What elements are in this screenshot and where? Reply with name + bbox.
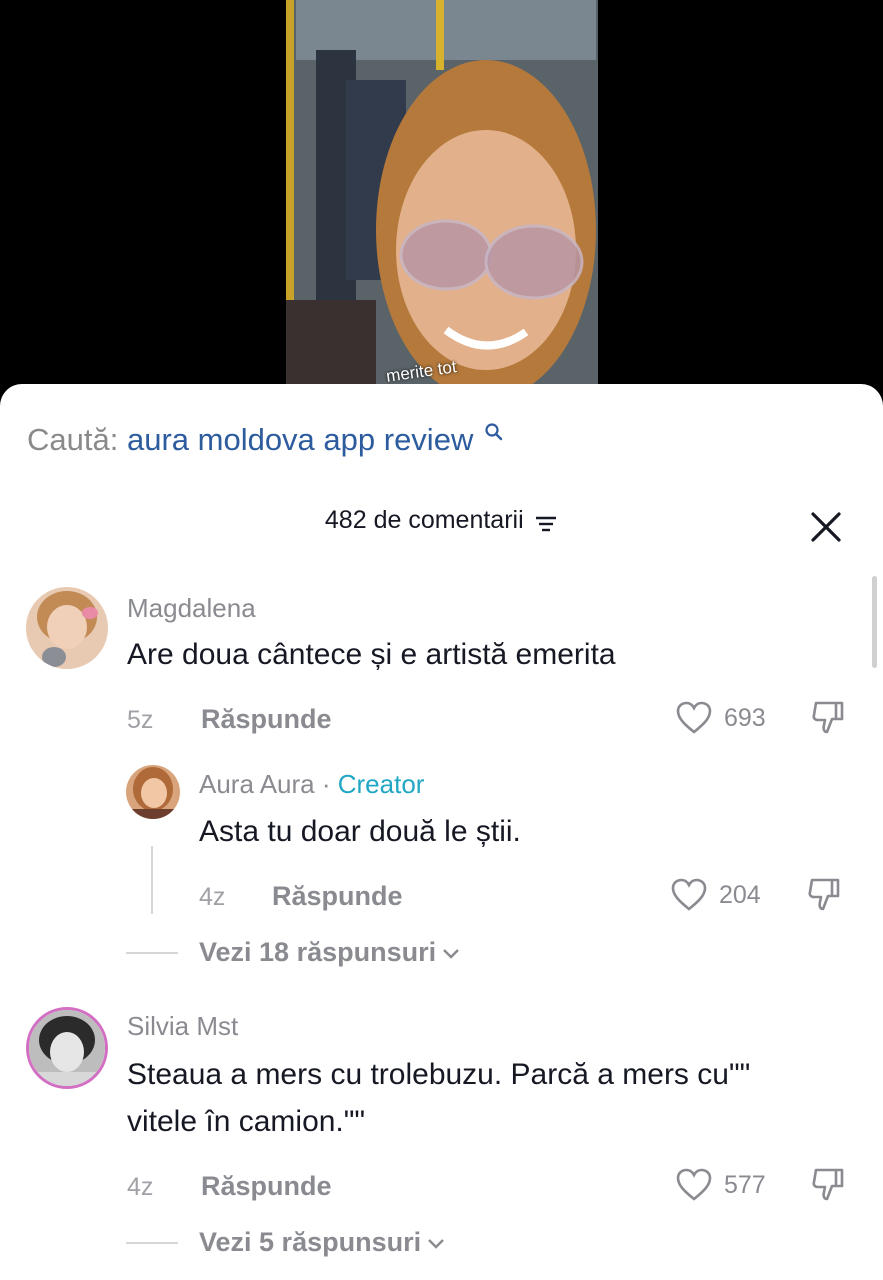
creator-badge: Creator <box>337 769 425 799</box>
comment-username[interactable]: Silvia Mst <box>127 1011 238 1042</box>
dislike-icon[interactable] <box>810 699 846 735</box>
view-replies-line <box>126 952 178 954</box>
view-replies-line <box>126 1242 178 1244</box>
comment-text: Are doua cântece și e artistă emerita <box>127 638 616 671</box>
view-replies-label: Vezi 5 răspunsuri <box>199 1227 422 1257</box>
search-prefix: Caută: <box>27 422 119 457</box>
view-replies-button[interactable]: Vezi 18 răspunsuri <box>199 937 460 968</box>
comment-text-line-1: Steaua a mers cu trolebuzu. Parcă a mers… <box>127 1058 751 1091</box>
chevron-down-icon <box>443 949 459 959</box>
heart-icon[interactable] <box>676 701 712 735</box>
like-count: 204 <box>719 881 761 909</box>
chevron-down-icon <box>428 1239 444 1249</box>
avatar-image <box>126 765 180 819</box>
creator-avatar[interactable] <box>126 765 180 819</box>
avatar-image <box>26 587 108 669</box>
view-replies-button[interactable]: Vezi 5 răspunsuri <box>199 1227 445 1258</box>
search-icon[interactable] <box>484 422 504 442</box>
reply-text: Asta tu doar două le știi. <box>199 815 521 848</box>
comments-sheet: Caută: aura moldova app review 482 de co… <box>0 384 883 1280</box>
avatar-image <box>29 1010 105 1086</box>
comment-text-line-2: vitele în camion."" <box>127 1105 366 1138</box>
reply-button[interactable]: Răspunde <box>201 704 332 735</box>
comment-age: 4z <box>127 1173 154 1201</box>
comment-count: 482 de comentarii <box>324 506 524 534</box>
reply-button[interactable]: Răspunde <box>201 1171 332 1202</box>
dislike-icon[interactable] <box>810 1166 846 1202</box>
heart-icon[interactable] <box>671 878 707 912</box>
dislike-icon[interactable] <box>806 876 842 912</box>
comment-username[interactable]: Magdalena <box>127 593 256 624</box>
like-count: 693 <box>724 704 766 732</box>
search-suggestion[interactable]: Caută: aura moldova app review <box>27 422 504 458</box>
sort-icon[interactable] <box>534 514 558 534</box>
heart-icon[interactable] <box>676 1168 712 1202</box>
scrollbar[interactable] <box>872 576 877 668</box>
username-separator: · <box>314 769 338 799</box>
thread-line <box>151 846 153 914</box>
comments-header: 482 de comentarii <box>0 506 883 546</box>
comment-age: 5z <box>127 706 154 734</box>
video-area[interactable]: merite tot <box>0 0 883 400</box>
view-replies-label: Vezi 18 răspunsuri <box>199 937 437 967</box>
reply-button[interactable]: Răspunde <box>272 881 403 912</box>
search-query[interactable]: aura moldova app review <box>127 422 473 457</box>
reply-username-row: Aura Aura · Creator <box>199 769 424 800</box>
video-thumbnail <box>286 0 598 400</box>
avatar[interactable] <box>26 587 108 669</box>
reply-age: 4z <box>199 883 226 911</box>
video-frame[interactable]: merite tot <box>286 0 598 400</box>
close-icon[interactable] <box>809 510 843 544</box>
reply-username[interactable]: Aura Aura <box>199 769 315 799</box>
avatar[interactable] <box>26 1007 108 1089</box>
like-count: 577 <box>724 1171 766 1199</box>
